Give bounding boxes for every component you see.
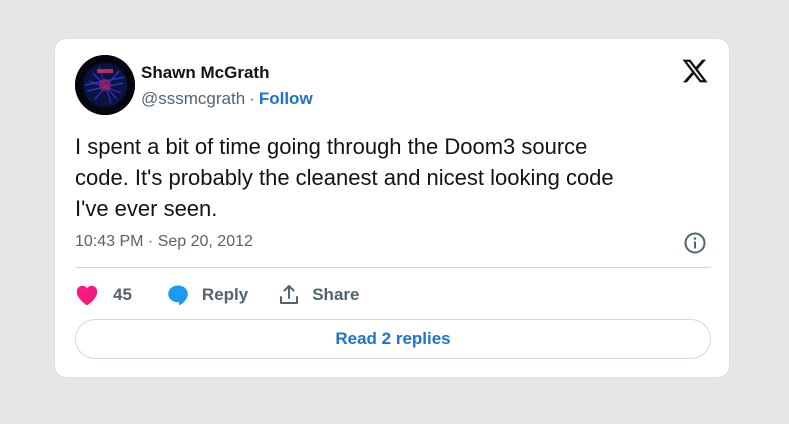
handle-separator: ·	[249, 89, 255, 108]
x-logo-icon[interactable]	[681, 57, 709, 85]
tweet-card: Shawn McGrath @sssmcgrath · Follow I spent…	[54, 38, 730, 378]
follow-link[interactable]: Follow	[259, 89, 313, 108]
share-label: Share	[312, 285, 360, 304]
read-replies-label: Read 2 replies	[335, 329, 451, 348]
like-count: 45	[113, 285, 132, 304]
author-handle[interactable]: @sssmcgrath	[141, 89, 245, 108]
author-handle-row: @sssmcgrath · Follow	[141, 89, 313, 109]
tweet-actions: 45 Reply Share	[75, 281, 359, 309]
avatar-image	[75, 55, 135, 115]
reply-button[interactable]: Reply	[166, 283, 248, 307]
avatar[interactable]	[75, 55, 135, 115]
info-icon[interactable]	[683, 231, 707, 255]
speech-bubble-icon	[166, 283, 190, 307]
read-replies-button[interactable]: Read 2 replies	[75, 319, 711, 359]
tweet-text: I spent a bit of time going through the …	[75, 134, 614, 221]
reply-label: Reply	[201, 285, 249, 304]
share-upload-icon	[278, 284, 300, 306]
author-name[interactable]: Shawn McGrath	[141, 63, 269, 83]
tweet-timestamp[interactable]: 10:43 PM · Sep 20, 2012	[75, 233, 253, 251]
share-button[interactable]: Share	[278, 284, 359, 306]
like-button[interactable]: 45	[75, 284, 132, 306]
divider	[75, 267, 711, 268]
heart-icon	[75, 284, 99, 306]
